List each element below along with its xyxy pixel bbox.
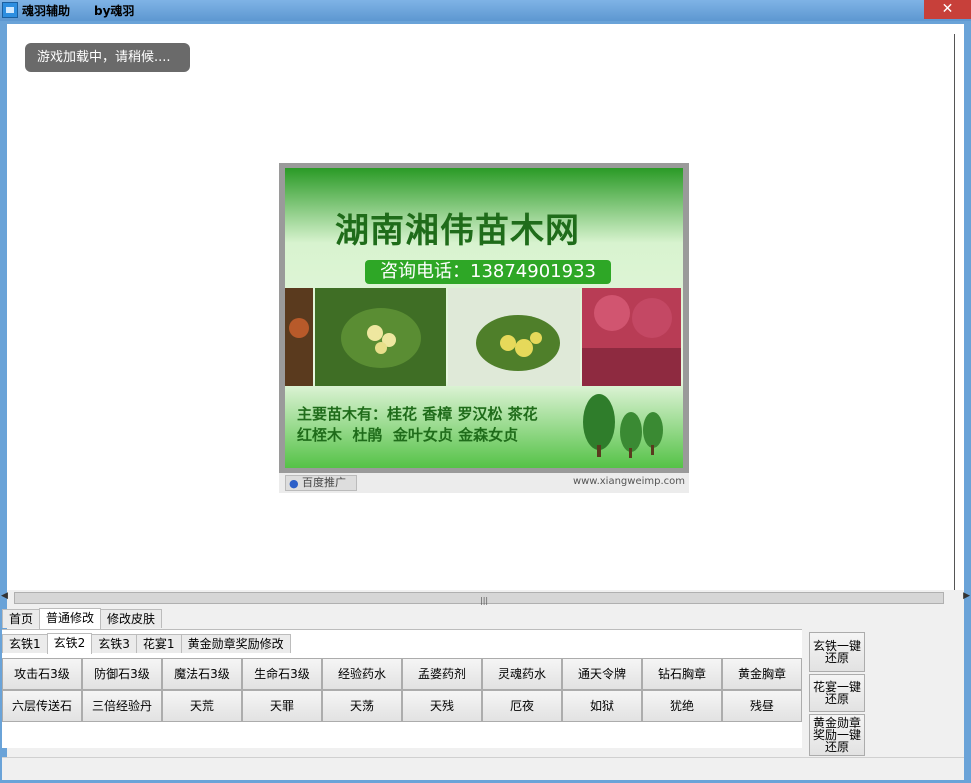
item-button[interactable]: 黄金胸章 [722, 658, 802, 690]
normal-edit-panel: 玄铁1 玄铁2 玄铁3 花宴1 黄金勋章奖励修改 攻击石3级 防御石3级 魔法石… [2, 629, 802, 748]
tab-normal-edit[interactable]: 普通修改 [39, 608, 102, 629]
subtab-xuantie-1[interactable]: 玄铁1 [2, 634, 48, 653]
item-button[interactable]: 天荒 [162, 690, 242, 722]
window-title: 魂羽辅助 [22, 4, 71, 18]
client-area: 游戏加载中，请稍候.... 湖南湘伟苗木网 咨询电话：13874901933 主… [1, 24, 970, 780]
item-button-grid: 攻击石3级 防御石3级 魔法石3级 生命石3级 经验药水 孟婆药剂 灵魂药水 通… [2, 658, 802, 722]
item-button[interactable]: 天残 [402, 690, 482, 722]
restore-gold-medal-button[interactable]: 黄金勋章奖励一键还原 [809, 714, 865, 756]
ad-title: 湖南湘伟苗木网 [335, 211, 580, 251]
subtab-gold-medal[interactable]: 黄金勋章奖励修改 [180, 634, 291, 653]
tab-skin-edit[interactable]: 修改皮肤 [100, 609, 163, 628]
ad-url: www.xiangweimp.com [572, 476, 685, 487]
vertical-scrollbar[interactable] [954, 34, 955, 590]
ad-description: 主要苗木有：桂花 香樟 罗汉松 茶花 红桎木 杜鹃 金叶女贞 金森女贞 [297, 405, 538, 444]
ad-banner[interactable]: 湖南湘伟苗木网 咨询电话：13874901933 主要苗木有：桂花 香樟 罗汉松… [279, 163, 689, 493]
osmanthus-photo-1 [285, 288, 313, 386]
subtab-huayan-1[interactable]: 花宴1 [135, 634, 182, 653]
close-button[interactable]: ✕ [924, 0, 971, 19]
subtab-xuantie-3[interactable]: 玄铁3 [91, 634, 137, 653]
restore-buttons: 玄铁一键还原 花宴一键还原 黄金勋章奖励一键还原 [809, 632, 865, 758]
item-button[interactable]: 防御石3级 [82, 658, 162, 690]
control-panel: 首页 普通修改 修改皮肤 玄铁1 玄铁2 玄铁3 花宴1 黄金勋章奖励修改 攻击… [2, 607, 964, 780]
item-button[interactable]: 犹绝 [642, 690, 722, 722]
restore-xuantie-button[interactable]: 玄铁一键还原 [809, 632, 865, 672]
baidu-promo-label: 百度推广 [302, 476, 346, 489]
title-bar: 魂羽辅助 by魂羽 ✕ [0, 0, 971, 21]
loading-toast: 游戏加载中，请稍候.... [25, 43, 190, 72]
osmanthus-photo-3 [448, 288, 580, 386]
baidu-promo-badge[interactable]: ● 百度推广 [285, 475, 357, 491]
button-row-2: 六层传送石 三倍经验丹 天荒 天罪 天荡 天残 厄夜 如狱 犹绝 残昼 [2, 690, 802, 722]
ad-footer: ● 百度推广 www.xiangweimp.com [279, 473, 689, 493]
shrub-photo [581, 288, 681, 386]
item-button[interactable]: 魔法石3级 [162, 658, 242, 690]
item-button[interactable]: 钻石胸章 [642, 658, 722, 690]
item-button[interactable]: 灵魂药水 [482, 658, 562, 690]
ad-image: 湖南湘伟苗木网 咨询电话：13874901933 主要苗木有：桂花 香樟 罗汉松… [285, 168, 683, 468]
ad-photos [285, 288, 683, 386]
item-button[interactable]: 如狱 [562, 690, 642, 722]
sub-tabs: 玄铁1 玄铁2 玄铁3 花宴1 黄金勋章奖励修改 [2, 633, 291, 654]
item-button[interactable]: 天荡 [322, 690, 402, 722]
scrollbar-thumb[interactable]: ||| [14, 592, 944, 605]
window-author: by魂羽 [94, 4, 135, 18]
item-button[interactable]: 三倍经验丹 [82, 690, 162, 722]
app-icon [2, 2, 18, 18]
scroll-left-icon[interactable]: ◀ [1, 591, 8, 601]
item-button[interactable]: 经验药水 [322, 658, 402, 690]
game-browser[interactable]: 游戏加载中，请稍候.... 湖南湘伟苗木网 咨询电话：13874901933 主… [7, 24, 964, 590]
paw-icon: ● [289, 477, 299, 490]
osmanthus-photo-2 [314, 288, 447, 386]
tab-home[interactable]: 首页 [2, 609, 41, 628]
item-button[interactable]: 通天令牌 [562, 658, 642, 690]
item-button[interactable]: 厄夜 [482, 690, 562, 722]
item-button[interactable]: 生命石3级 [242, 658, 322, 690]
trees-icon [583, 394, 663, 458]
item-button[interactable]: 天罪 [242, 690, 322, 722]
button-row-1: 攻击石3级 防御石3级 魔法石3级 生命石3级 经验药水 孟婆药剂 灵魂药水 通… [2, 658, 802, 690]
item-button[interactable]: 残昼 [722, 690, 802, 722]
item-button[interactable]: 攻击石3级 [2, 658, 82, 690]
main-tabs: 首页 普通修改 修改皮肤 [2, 608, 163, 629]
ad-phone: 咨询电话：13874901933 [365, 260, 611, 284]
scroll-right-icon[interactable]: ▶ [963, 591, 970, 601]
status-bar [2, 757, 964, 780]
restore-huayan-button[interactable]: 花宴一键还原 [809, 674, 865, 712]
item-button[interactable]: 六层传送石 [2, 690, 82, 722]
item-button[interactable]: 孟婆药剂 [402, 658, 482, 690]
grip-icon: ||| [480, 596, 489, 605]
horizontal-scrollbar[interactable]: ◀ ||| ▶ [1, 590, 970, 607]
subtab-xuantie-2[interactable]: 玄铁2 [46, 633, 93, 654]
